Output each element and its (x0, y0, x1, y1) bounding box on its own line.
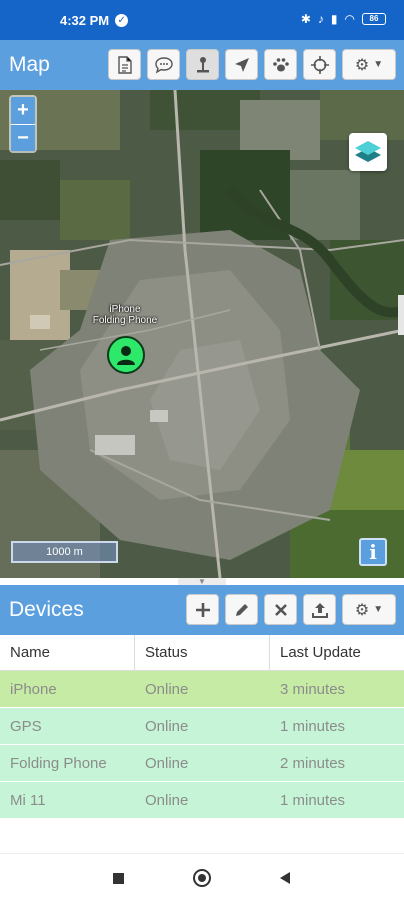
chevron-down-icon: ▼ (373, 59, 384, 70)
layers-icon (355, 141, 381, 162)
device-last-update: 1 minutes (280, 792, 346, 809)
map-settings-button[interactable]: ⚙ ▼ (342, 49, 396, 80)
table-row[interactable]: Folding Phone Online 2 minutes (0, 745, 404, 782)
upload-button[interactable] (303, 594, 336, 625)
pin-button[interactable] (186, 49, 219, 80)
devices-toolbar: ⚙ ▼ (186, 594, 396, 625)
settings-icon: ⚙ (354, 56, 370, 74)
remove-device-button[interactable] (264, 594, 297, 625)
layers-button[interactable] (349, 133, 387, 171)
table-body: iPhone Online 3 minutes GPS Online 1 minutes F… (0, 671, 404, 819)
recents-button[interactable] (113, 873, 124, 884)
zoom-control: + − (9, 95, 37, 153)
wifi-icon: ◠ (344, 12, 355, 26)
device-last-update: 1 minutes (280, 718, 346, 735)
add-icon (195, 602, 210, 617)
devices-table: Name Status Last Update iPhone Online 3 mi… (0, 635, 404, 819)
remove-icon (274, 603, 287, 616)
device-name: iPhone (10, 681, 57, 698)
map-view[interactable]: + − iPhone Folding Phone 1000 m i (0, 90, 404, 578)
navigate-button[interactable] (225, 49, 258, 80)
crosshair-button[interactable] (303, 49, 336, 80)
chat-icon (154, 56, 173, 74)
navigation-bar (0, 853, 404, 900)
report-icon (117, 55, 132, 74)
devices-header: Devices ⚙ ▼ (0, 585, 404, 635)
device-last-update: 3 minutes (280, 681, 346, 698)
device-status: Online (145, 681, 189, 698)
devices-settings-button[interactable]: ⚙ ▼ (342, 594, 396, 625)
paw-button[interactable] (264, 49, 297, 80)
chat-button[interactable] (147, 49, 180, 80)
column-header-name[interactable]: Name (0, 635, 135, 670)
map-title: Map (9, 53, 50, 76)
navigate-icon (234, 57, 249, 72)
settings-icon: ⚙ (354, 601, 370, 619)
marker-label: iPhone Folding Phone (80, 304, 170, 326)
edit-device-button[interactable] (225, 594, 258, 625)
report-button[interactable] (108, 49, 141, 80)
device-name: GPS (10, 718, 42, 735)
device-name: Folding Phone (10, 755, 107, 772)
table-header: Name Status Last Update (0, 635, 404, 671)
status-bar: 4:32 PM ✓ ✱ ♪ ▮ ◠ 86 (0, 0, 404, 40)
device-marker[interactable] (107, 336, 145, 374)
device-status: Online (145, 718, 189, 735)
clock: 4:32 PM (60, 12, 110, 28)
upload-icon (311, 602, 328, 618)
device-last-update: 2 minutes (280, 755, 346, 772)
map-header: Map ⚙ ▼ (0, 40, 404, 90)
scale-bar: 1000 m (11, 541, 118, 563)
status-icons: ✱ ♪ ▮ ◠ 86 (301, 12, 386, 26)
mute-icon: ♪ (317, 12, 324, 26)
map-toolbar: ⚙ ▼ (108, 49, 396, 80)
column-header-last-update[interactable]: Last Update (270, 635, 404, 670)
paw-icon (272, 57, 289, 71)
crosshair-icon (310, 55, 329, 74)
add-device-button[interactable] (186, 594, 219, 625)
marker-label-folding-phone: Folding Phone (92, 315, 158, 326)
column-header-status[interactable]: Status (135, 635, 270, 670)
satellite-map (0, 90, 404, 578)
back-button[interactable] (280, 872, 290, 884)
table-row[interactable]: Mi 11 Online 1 minutes (0, 782, 404, 819)
side-panel-handle[interactable] (398, 295, 404, 335)
table-row[interactable]: GPS Online 1 minutes (0, 708, 404, 745)
pin-icon (196, 56, 209, 72)
person-icon (117, 346, 135, 365)
zoom-out-button[interactable]: − (11, 124, 35, 151)
device-status: Online (145, 792, 189, 809)
bluetooth-icon: ✱ (300, 12, 311, 26)
devices-title: Devices (9, 598, 84, 621)
signal-icon: ▮ (330, 12, 338, 26)
marker-label-iphone: iPhone (109, 304, 141, 315)
info-button[interactable]: i (359, 538, 387, 566)
device-status: Online (145, 755, 189, 772)
home-button[interactable] (193, 869, 211, 887)
table-row[interactable]: iPhone Online 3 minutes (0, 671, 404, 708)
zoom-in-button[interactable]: + (11, 97, 35, 124)
edit-icon (235, 603, 248, 616)
chevron-down-icon: ▼ (373, 604, 384, 615)
battery-icon: 86 (362, 13, 386, 25)
device-name: Mi 11 (10, 792, 46, 809)
verified-icon: ✓ (115, 13, 129, 27)
